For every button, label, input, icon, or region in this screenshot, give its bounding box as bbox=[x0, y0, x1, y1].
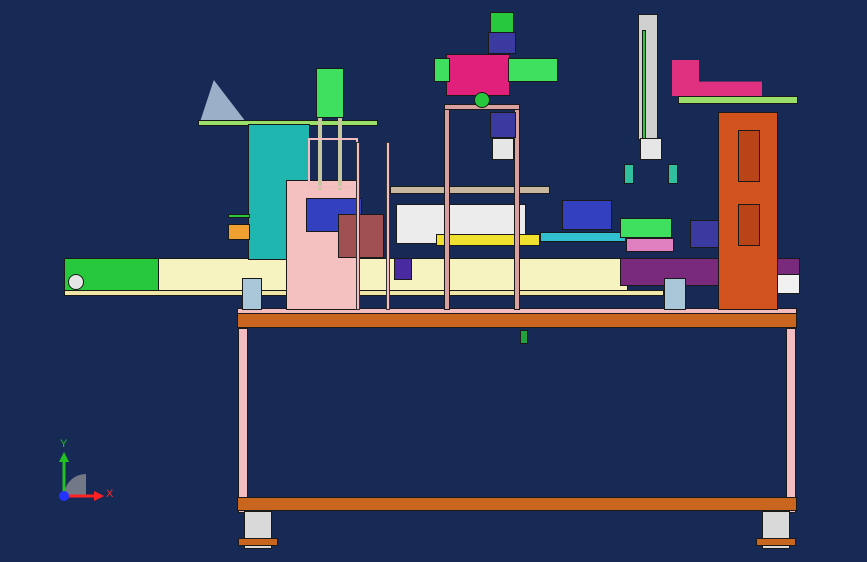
vertical-axis-column bbox=[638, 14, 658, 140]
head-motor-right bbox=[508, 58, 558, 82]
conveyor-belt-lower bbox=[64, 290, 664, 296]
vertical-cylinder-motor bbox=[316, 68, 344, 118]
hopper-chute bbox=[200, 80, 246, 122]
triad-y-label: Y bbox=[60, 438, 68, 450]
magenta-bracket bbox=[672, 60, 762, 96]
purple-sensor bbox=[394, 258, 412, 280]
brown-gearbox bbox=[338, 214, 384, 258]
gripper-jaw-left bbox=[624, 164, 634, 184]
cyan-plate bbox=[540, 232, 626, 242]
top-motor-base bbox=[488, 32, 516, 54]
gantry-pulley bbox=[474, 92, 490, 108]
gantry-frame-right bbox=[514, 108, 520, 310]
cad-viewport[interactable]: Y X bbox=[0, 0, 867, 562]
gripper-jaw-right bbox=[668, 164, 678, 184]
side-bracket bbox=[228, 214, 250, 218]
right-motor bbox=[620, 218, 672, 238]
frame-bottom-beam bbox=[237, 497, 797, 511]
vertical-axis-rail bbox=[642, 30, 646, 140]
fixture-block-right bbox=[562, 200, 612, 230]
leveling-foot-right-pad bbox=[756, 538, 796, 546]
frame-center-tab bbox=[520, 330, 528, 344]
magenta-head bbox=[446, 54, 510, 96]
gripper-body bbox=[640, 138, 662, 160]
right-pink-cylinder bbox=[626, 238, 674, 252]
spindle-unit bbox=[490, 112, 516, 138]
frame-left-leg bbox=[238, 328, 248, 513]
tower-top-plate bbox=[678, 96, 798, 104]
spindle-tip bbox=[492, 138, 514, 160]
frame-right-leg bbox=[786, 328, 796, 513]
leveling-foot-left-pad bbox=[238, 538, 278, 546]
top-motor-small bbox=[490, 12, 514, 34]
upright-2 bbox=[356, 142, 360, 310]
press-frame bbox=[308, 138, 358, 188]
tower-window-lower bbox=[738, 204, 760, 246]
triad-x-label: X bbox=[106, 488, 114, 500]
frame-top-beam bbox=[237, 312, 797, 328]
conveyor-pulley-left bbox=[68, 274, 84, 290]
upright-1 bbox=[386, 142, 390, 310]
conveyor-support-right bbox=[664, 278, 686, 310]
center-rail bbox=[390, 186, 550, 194]
coordinate-triad: Y X bbox=[50, 438, 120, 510]
gantry-frame-left bbox=[444, 108, 450, 310]
head-motor-left bbox=[434, 58, 450, 82]
tower-window-upper bbox=[738, 130, 760, 182]
conveyor-support-left bbox=[242, 278, 262, 310]
side-pins bbox=[228, 224, 250, 240]
yellow-carrier bbox=[436, 234, 540, 246]
conveyor-belt bbox=[158, 258, 628, 292]
